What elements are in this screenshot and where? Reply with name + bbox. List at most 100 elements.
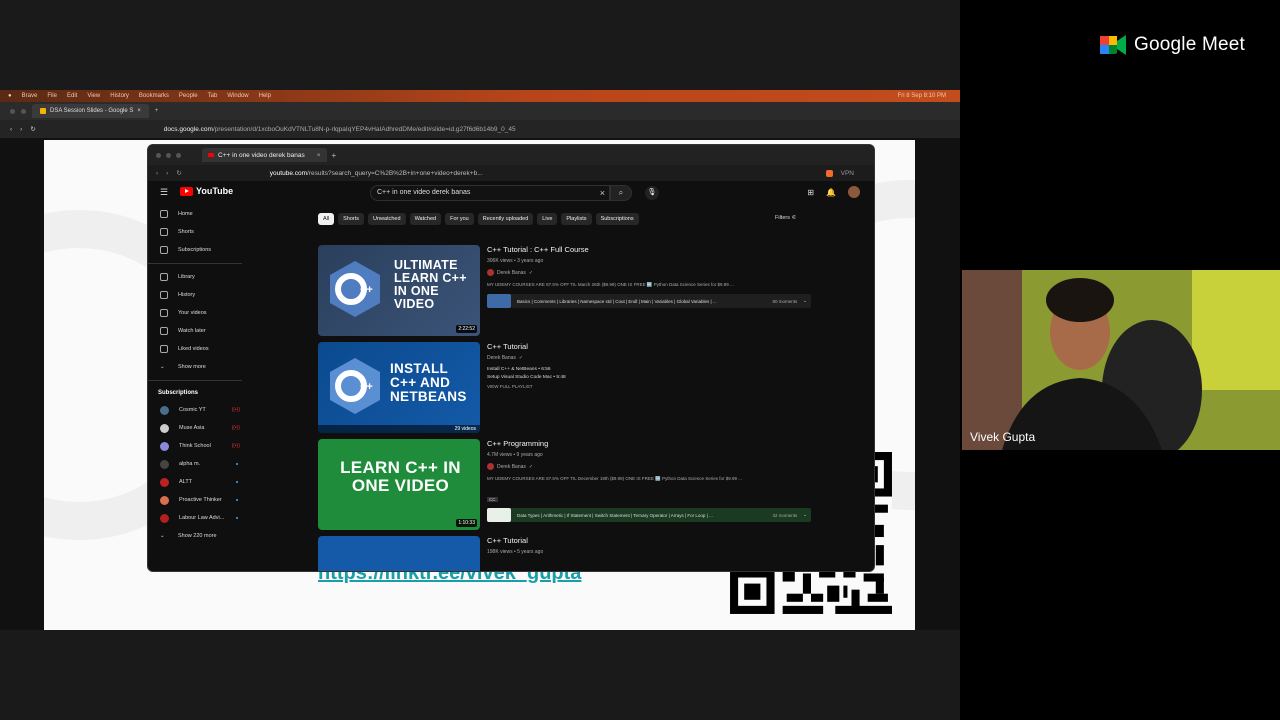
chip-watched[interactable]: Watched bbox=[409, 213, 442, 225]
notifications-bell-icon[interactable]: 🔔 bbox=[826, 188, 836, 197]
presentation-stage: ● Brave File Edit View History Bookmarks… bbox=[0, 0, 960, 720]
subscription-item[interactable]: ALTT bbox=[148, 473, 248, 491]
video-title[interactable]: C++ Tutorial bbox=[487, 536, 817, 545]
channel-row[interactable]: Derek Banas ✓ bbox=[487, 269, 817, 276]
menu-people[interactable]: People bbox=[179, 93, 198, 99]
key-moments-bar[interactable]: Data Types | Arithmetic | If Statement |… bbox=[487, 508, 811, 522]
forward-icon[interactable]: › bbox=[20, 126, 22, 133]
menu-edit[interactable]: Edit bbox=[67, 93, 77, 99]
subscription-name: Think School bbox=[179, 443, 211, 449]
tab-slides[interactable]: DSA Session Slides - Google S × bbox=[32, 104, 149, 118]
menu-file[interactable]: File bbox=[47, 93, 57, 99]
key-moments-bar[interactable]: Basics | Comments | Libraries | Namespac… bbox=[487, 294, 811, 308]
yt-guide-sidebar: Home Shorts Subscriptions Library Histor… bbox=[148, 205, 248, 545]
window-minimize-icon[interactable] bbox=[21, 108, 26, 114]
voice-search-button[interactable]: 🎙 bbox=[645, 186, 659, 200]
sidebar-item-liked-videos[interactable]: Liked videos bbox=[148, 340, 248, 358]
subscription-name: Proactive Thinker bbox=[179, 497, 222, 503]
tab-youtube[interactable]: C++ in one video derek banas × bbox=[202, 148, 327, 162]
clear-search-icon[interactable]: × bbox=[600, 186, 605, 200]
vpn-button[interactable]: VPN bbox=[841, 170, 854, 177]
chip-live[interactable]: Live bbox=[537, 213, 558, 225]
sidebar-item-your-videos[interactable]: Your videos bbox=[148, 304, 248, 322]
sidebar-item-history[interactable]: History bbox=[148, 286, 248, 304]
new-tab-icon[interactable]: + bbox=[332, 151, 337, 160]
apple-icon[interactable]: ● bbox=[8, 93, 12, 99]
outer-url-field[interactable]: docs.google.com/presentation/d/1xcboOuKd… bbox=[164, 126, 516, 133]
back-icon[interactable]: ‹ bbox=[156, 170, 158, 177]
sidebar-item-show-more[interactable]: ⌄ Show more bbox=[148, 358, 248, 376]
create-video-icon[interactable]: ⊞ bbox=[807, 188, 814, 197]
verified-icon: ✓ bbox=[518, 355, 524, 361]
subscription-item[interactable]: Think School ((•)) bbox=[148, 437, 248, 455]
chip-recently-uploaded[interactable]: Recently uploaded bbox=[477, 213, 534, 225]
menu-history[interactable]: History bbox=[110, 93, 129, 99]
video-description: MY UDEMY COURSES ARE 87.5% OFF TIL Decem… bbox=[487, 476, 743, 481]
menu-tab[interactable]: Tab bbox=[208, 93, 218, 99]
sidebar-item-watch-later[interactable]: Watch later bbox=[148, 322, 248, 340]
list-item[interactable]: ++ ULTIMATE LEARN C++ IN ONE VIDEO 2:22:… bbox=[318, 245, 818, 342]
chip-for-you[interactable]: For you bbox=[445, 213, 474, 225]
subscription-item[interactable]: Labour Law Advi... bbox=[148, 509, 248, 527]
yt-url-path: /results?search_query=C%2B%2B+in+one+vid… bbox=[307, 169, 483, 177]
forward-icon[interactable]: › bbox=[166, 170, 168, 177]
menu-help[interactable]: Help bbox=[259, 93, 271, 99]
playlist-title[interactable]: C++ Tutorial bbox=[487, 342, 817, 351]
new-tab-icon[interactable]: + bbox=[155, 108, 159, 114]
chevron-down-icon: ⌄ bbox=[160, 533, 165, 539]
sidebar-item-library[interactable]: Library bbox=[148, 268, 248, 286]
playlist-video-line[interactable]: Setup Visual Studio Code Mac • 5:48 bbox=[487, 375, 817, 380]
subscription-item[interactable]: Cosmic YT ((•)) bbox=[148, 401, 248, 419]
playlist-thumbnail[interactable]: ++ INSTALL C++ AND NETBEANS 29 videos bbox=[318, 342, 480, 433]
subscription-item[interactable]: Muse Asia ((•)) bbox=[148, 419, 248, 437]
video-thumbnail[interactable]: LEARN C++ IN ONE VIDEO 1:10:33 bbox=[318, 439, 480, 530]
list-item[interactable]: C++ Tutorial 198K views • 5 years ago bbox=[318, 536, 818, 571]
menu-view[interactable]: View bbox=[87, 93, 100, 99]
search-button[interactable]: ⌕ bbox=[610, 185, 632, 201]
video-thumbnail[interactable]: ++ ULTIMATE LEARN C++ IN ONE VIDEO 2:22:… bbox=[318, 245, 480, 336]
sidebar-item-shorts[interactable]: Shorts bbox=[148, 223, 248, 241]
youtube-logo[interactable]: YouTube bbox=[180, 186, 233, 196]
menu-window[interactable]: Window bbox=[227, 93, 248, 99]
window-close-icon[interactable] bbox=[10, 108, 15, 114]
search-input[interactable]: C++ in one video derek banas × bbox=[370, 185, 610, 201]
yt-url-field[interactable]: youtube.com/results?search_query=C%2B%2B… bbox=[270, 170, 483, 177]
avatar[interactable] bbox=[848, 186, 860, 198]
participant-tile[interactable]: Vivek Gupta bbox=[962, 270, 1280, 450]
filters-button[interactable]: Filters ⚟ bbox=[775, 215, 796, 221]
list-item[interactable]: LEARN C++ IN ONE VIDEO 1:10:33 C++ Progr… bbox=[318, 439, 818, 536]
brave-shield-icon[interactable] bbox=[825, 169, 833, 177]
close-tab-icon[interactable]: × bbox=[137, 108, 141, 114]
show-more-subscriptions[interactable]: ⌄ Show 220 more bbox=[148, 527, 248, 545]
menu-clock[interactable]: Fri 8 Sep 8:10 PM bbox=[898, 93, 960, 99]
chip-shorts[interactable]: Shorts bbox=[338, 213, 365, 225]
reload-icon[interactable]: ↻ bbox=[30, 125, 35, 133]
video-thumbnail[interactable] bbox=[318, 536, 480, 571]
chip-playlists[interactable]: Playlists bbox=[561, 213, 592, 225]
back-icon[interactable]: ‹ bbox=[10, 126, 12, 133]
view-full-playlist-link[interactable]: VIEW FULL PLAYLIST bbox=[487, 384, 817, 389]
video-title[interactable]: C++ Programming bbox=[487, 439, 817, 448]
moments-list: Basics | Comments | Libraries | Namespac… bbox=[517, 298, 717, 304]
sidebar-item-home[interactable]: Home bbox=[148, 205, 248, 223]
chip-subscriptions[interactable]: Subscriptions bbox=[595, 213, 639, 225]
sidebar-item-subscriptions[interactable]: Subscriptions bbox=[148, 241, 248, 259]
chip-all[interactable]: All bbox=[318, 213, 335, 225]
your-videos-icon bbox=[160, 309, 168, 317]
channel-row[interactable]: Derek Banas ✓ bbox=[487, 463, 817, 470]
menu-brave[interactable]: Brave bbox=[22, 93, 38, 99]
window-zoom-icon[interactable] bbox=[176, 152, 181, 158]
window-minimize-icon[interactable] bbox=[166, 152, 171, 158]
window-close-icon[interactable] bbox=[156, 152, 161, 158]
subscription-item[interactable]: alpha m. bbox=[148, 455, 248, 473]
channel-row[interactable]: Derek Banas ✓ bbox=[487, 355, 817, 361]
menu-icon[interactable]: ☰ bbox=[160, 187, 168, 198]
close-tab-icon[interactable]: × bbox=[317, 152, 321, 159]
chip-unwatched[interactable]: Unwatched bbox=[368, 213, 406, 225]
playlist-video-line[interactable]: Install C++ & NetBeans • 6:56 bbox=[487, 367, 817, 372]
reload-icon[interactable]: ↻ bbox=[176, 169, 181, 177]
video-title[interactable]: C++ Tutorial : C++ Full Course bbox=[487, 245, 817, 254]
subscription-item[interactable]: Proactive Thinker bbox=[148, 491, 248, 509]
list-item[interactable]: ++ INSTALL C++ AND NETBEANS 29 videos C+… bbox=[318, 342, 818, 439]
menu-bookmarks[interactable]: Bookmarks bbox=[139, 93, 169, 99]
